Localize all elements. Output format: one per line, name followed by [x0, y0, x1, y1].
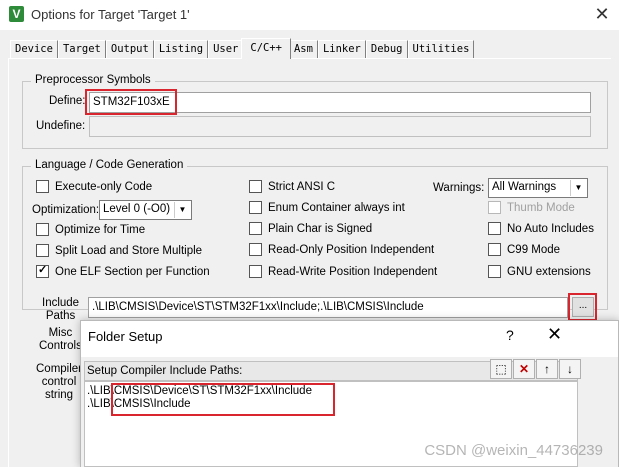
- thumb-mode-label: Thumb Mode: [507, 201, 575, 214]
- define-input[interactable]: STM32F103xE: [89, 92, 591, 113]
- enum-container-label: Enum Container always int: [268, 201, 405, 214]
- plain-char-checkbox[interactable]: Plain Char is Signed: [249, 222, 372, 235]
- plain-char-label: Plain Char is Signed: [268, 222, 373, 235]
- no-auto-includes-box[interactable]: [488, 222, 501, 235]
- compiler-control-label: Compiler control string: [36, 363, 82, 402]
- optimize-time-box[interactable]: [36, 223, 49, 236]
- plain-char-box[interactable]: [249, 222, 262, 235]
- move-up-icon[interactable]: ↑: [536, 359, 558, 379]
- one-elf-label: One ELF Section per Function: [55, 265, 210, 278]
- folder-setup-close-button[interactable]: ✕: [547, 324, 562, 345]
- split-load-box[interactable]: [36, 244, 49, 257]
- language-group-title: Language / Code Generation: [31, 159, 188, 171]
- thumb-mode-checkbox[interactable]: Thumb Mode: [488, 201, 575, 214]
- warnings-select[interactable]: All Warnings ▼: [488, 178, 588, 198]
- tab-c-cpp[interactable]: C/C++: [241, 38, 291, 59]
- undefine-label: Undefine:: [36, 120, 86, 132]
- one-elf-box[interactable]: [36, 263, 49, 278]
- rw-pi-box[interactable]: [249, 265, 262, 278]
- language-codegen-group: Language / Code Generation Execute-only …: [22, 159, 608, 310]
- undefine-input[interactable]: [89, 116, 591, 137]
- define-label: Define:: [49, 95, 86, 107]
- window-title: Options for Target 'Target 1': [31, 7, 190, 22]
- list-toolbar: ⬚ ✕ ↑ ↓: [489, 359, 581, 379]
- optimize-time-label: Optimize for Time: [55, 223, 146, 236]
- list-header-text: Setup Compiler Include Paths:: [87, 365, 243, 377]
- tab-debug[interactable]: Debug: [365, 40, 408, 58]
- optimize-time-checkbox[interactable]: Optimize for Time: [36, 223, 145, 236]
- misc-label-line2: Controls: [39, 340, 82, 352]
- tab-output[interactable]: Output: [105, 40, 154, 58]
- strict-ansi-checkbox[interactable]: Strict ANSI C: [249, 180, 335, 193]
- no-auto-includes-checkbox[interactable]: No Auto Includes: [488, 222, 594, 235]
- rw-pi-checkbox[interactable]: Read-Write Position Independent: [249, 265, 437, 278]
- include-paths-input[interactable]: .\LIB\CMSIS\Device\ST\STM32F1xx\Include;…: [88, 297, 568, 318]
- include-paths-label: Include Paths: [42, 297, 79, 323]
- one-elf-checkbox[interactable]: One ELF Section per Function: [36, 263, 210, 278]
- warnings-value: All Warnings: [492, 181, 557, 193]
- enum-container-box[interactable]: [249, 201, 262, 214]
- optimization-label: Optimization:: [32, 204, 100, 216]
- include-label-line1: Include: [42, 297, 80, 309]
- thumb-mode-box[interactable]: [488, 201, 501, 214]
- strict-ansi-label: Strict ANSI C: [268, 180, 336, 193]
- tab-strip: Device Target Output Listing User C/C++ …: [10, 38, 475, 59]
- rw-pi-label: Read-Write Position Independent: [268, 265, 438, 278]
- misc-label-line1: Misc: [48, 327, 73, 339]
- watermark: CSDN @weixin_44736239: [424, 442, 603, 459]
- move-down-icon[interactable]: ↓: [559, 359, 581, 379]
- split-load-checkbox[interactable]: Split Load and Store Multiple: [36, 244, 202, 257]
- title-bar: V Options for Target 'Target 1' ✕: [0, 0, 619, 30]
- execute-only-checkbox[interactable]: Execute-only Code: [36, 180, 152, 193]
- delete-icon[interactable]: ✕: [513, 359, 535, 379]
- tab-asm[interactable]: Asm: [288, 40, 318, 58]
- execute-only-box[interactable]: [36, 180, 49, 193]
- tab-linker[interactable]: Linker: [317, 40, 366, 58]
- optimization-select[interactable]: Level 0 (-O0) ▼: [99, 200, 192, 220]
- c99-mode-label: C99 Mode: [507, 243, 561, 256]
- c99-mode-box[interactable]: [488, 243, 501, 256]
- optimization-value: Level 0 (-O0): [103, 203, 171, 215]
- tab-device[interactable]: Device: [10, 40, 58, 58]
- misc-controls-label: Misc Controls: [39, 327, 82, 353]
- split-load-label: Split Load and Store Multiple: [55, 244, 203, 257]
- strict-ansi-box[interactable]: [249, 180, 262, 193]
- compiler-label-line2: control: [41, 376, 77, 388]
- tab-utilities[interactable]: Utilities: [407, 40, 475, 58]
- gnu-extensions-checkbox[interactable]: GNU extensions: [488, 265, 591, 278]
- list-item[interactable]: .\LIB\CMSIS\Device\ST\STM32F1xx\Include: [87, 385, 312, 397]
- no-auto-includes-label: No Auto Includes: [507, 222, 594, 235]
- preprocessor-group: Preprocessor Symbols Define: STM32F103xE…: [22, 74, 608, 149]
- help-button[interactable]: ?: [506, 327, 514, 343]
- chevron-down-icon: ▼: [570, 180, 586, 196]
- gnu-extensions-box[interactable]: [488, 265, 501, 278]
- list-item[interactable]: .\LIB\CMSIS\Include: [87, 398, 191, 410]
- ro-pi-box[interactable]: [249, 243, 262, 256]
- preprocessor-group-title: Preprocessor Symbols: [31, 74, 155, 86]
- new-folder-icon[interactable]: ⬚: [490, 359, 512, 379]
- c99-mode-checkbox[interactable]: C99 Mode: [488, 243, 560, 256]
- warnings-label: Warnings:: [433, 182, 485, 194]
- tab-target[interactable]: Target: [57, 40, 106, 58]
- chevron-down-icon: ▼: [174, 202, 190, 218]
- window-close-button[interactable]: ✕: [591, 4, 613, 26]
- gnu-extensions-label: GNU extensions: [507, 265, 591, 278]
- enum-container-checkbox[interactable]: Enum Container always int: [249, 201, 405, 214]
- folder-setup-title: Folder Setup: [88, 329, 163, 344]
- keil-app-icon: V: [9, 6, 24, 22]
- include-browse-button[interactable]: ...: [572, 297, 594, 317]
- tab-user[interactable]: User: [208, 40, 244, 58]
- execute-only-label: Execute-only Code: [55, 180, 153, 193]
- compiler-label-line3: string: [44, 389, 74, 401]
- tab-listing[interactable]: Listing: [153, 40, 209, 58]
- compiler-label-line1: Compiler: [36, 363, 83, 375]
- ro-pi-label: Read-Only Position Independent: [268, 243, 435, 256]
- ro-pi-checkbox[interactable]: Read-Only Position Independent: [249, 243, 434, 256]
- include-label-line2: Paths: [45, 310, 76, 322]
